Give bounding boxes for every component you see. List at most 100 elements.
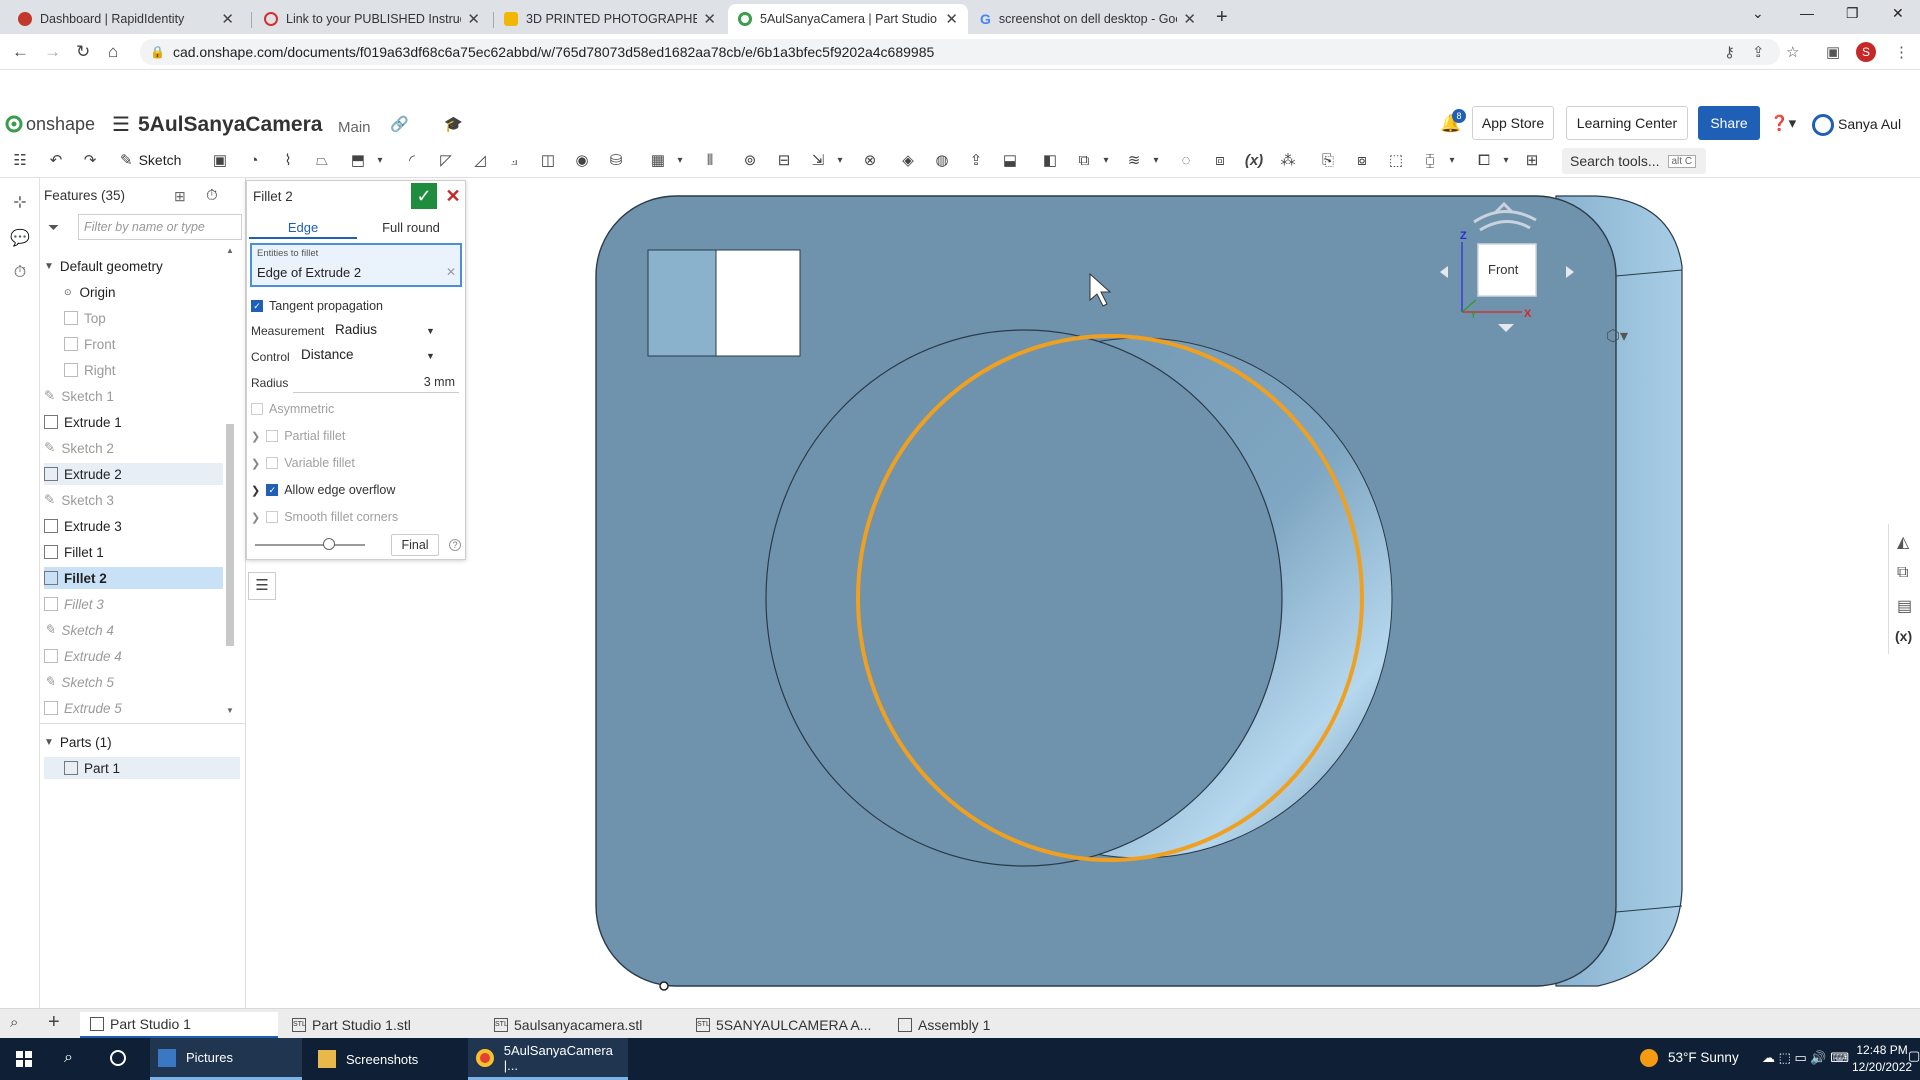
bookmark-star-icon[interactable]: ☆ [1786, 43, 1799, 61]
feature-list-toggle-icon[interactable]: ☰ [248, 572, 276, 600]
taskbar-pictures[interactable]: Pictures [150, 1038, 302, 1080]
feature-sketch-4[interactable]: ✎ Sketch 4 [44, 619, 223, 641]
cancel-button[interactable]: ✕ [441, 184, 465, 208]
browser-tab-rapididentity[interactable]: Dashboard | RapidIdentity ✕ [8, 4, 244, 34]
feature-fillet-3[interactable]: Fillet 3 [44, 593, 223, 615]
sketch-button[interactable]: ✎ Sketch [120, 151, 181, 169]
minimize-icon[interactable]: — [1800, 5, 1814, 21]
dropdown-icon[interactable]: ▾ [670, 151, 690, 171]
clock[interactable]: 12:48 PM 12/20/2022 [1852, 1042, 1912, 1076]
chevron-down-icon[interactable]: ▼ [426, 351, 435, 361]
browser-tab-google[interactable]: G screenshot on dell desktop - Goo ✕ [970, 4, 1206, 34]
tab-manager-icon[interactable]: ⌕ [10, 1014, 18, 1031]
view-icon[interactable]: ⧠ [1474, 151, 1494, 171]
draft-icon[interactable]: ◿ [470, 151, 490, 171]
geometry-right-plane[interactable]: Right [64, 359, 223, 381]
cortana-icon[interactable] [110, 1050, 126, 1066]
close-window-icon[interactable]: ✕ [1892, 5, 1904, 22]
mate-connector-icon[interactable]: ⧉ [1074, 151, 1094, 171]
add-tab-icon[interactable]: + [48, 1011, 60, 1034]
geometry-origin[interactable]: ⊙ Origin [64, 281, 223, 303]
feature-extrude-5[interactable]: Extrude 5 [44, 697, 223, 719]
pattern-icon[interactable]: ▦ [648, 151, 668, 171]
feature-filter-input[interactable]: Filter by name or type [78, 214, 242, 240]
reload-icon[interactable]: ↻ [76, 42, 90, 62]
view-cube-face-label[interactable]: Front [1488, 262, 1518, 277]
taskbar-chrome[interactable]: 5AulSanyaCamera |... [468, 1038, 628, 1080]
smooth-fillet-corners-checkbox[interactable] [266, 511, 279, 523]
user-avatar[interactable] [1812, 114, 1834, 136]
surface-icon[interactable]: ≋ [1124, 151, 1144, 171]
redo-icon[interactable]: ↷ [80, 151, 100, 171]
side-panel-icon[interactable]: ▣ [1826, 43, 1840, 61]
feature-sketch-5[interactable]: ✎ Sketch 5 [44, 671, 223, 693]
boolean-icon[interactable]: ⊚ [740, 151, 760, 171]
tab-5sanyaulcamera[interactable]: STL 5SANYAULCAMERA A... [686, 1012, 884, 1038]
measurement-select[interactable]: Radius [335, 322, 377, 337]
accept-button[interactable]: ✓ [411, 183, 437, 209]
default-geometry-group[interactable]: ▼ Default geometry [44, 255, 223, 277]
composite-icon[interactable]: ⧇ [1352, 151, 1372, 171]
variable-icon[interactable]: (x) [1244, 151, 1264, 171]
help-icon[interactable]: ❓▾ [1770, 114, 1796, 132]
new-tab-button[interactable]: + [1216, 6, 1228, 29]
smooth-fillet-corners-option[interactable]: ❯ Smooth fillet corners [251, 510, 398, 524]
derive-icon[interactable]: ⎘ [1318, 151, 1338, 171]
search-tools-input[interactable]: Search tools... alt C [1562, 148, 1706, 174]
viewfinder-window[interactable] [715, 249, 801, 357]
rollback-timer-icon[interactable]: ⏱ [206, 187, 218, 204]
key-icon[interactable]: ⚷ [1724, 43, 1735, 61]
add-folder-icon[interactable]: ⊞ [174, 188, 186, 205]
delete-face-icon[interactable]: ◍ [932, 151, 952, 171]
document-title[interactable]: 5AulSanyaCamera [138, 113, 322, 137]
add-custom-feature-icon[interactable]: ⊞ [1522, 151, 1542, 171]
loft-icon[interactable]: ⏢ [312, 151, 332, 171]
revolve-icon[interactable]: ◔ [244, 151, 264, 171]
configuration-icon[interactable]: (x) [1895, 628, 1912, 644]
undo-icon[interactable]: ↶ [46, 151, 66, 171]
history-icon[interactable]: ⏱ [10, 264, 30, 284]
allow-edge-overflow-checkbox[interactable]: ✓ [266, 484, 279, 496]
variable-fillet-option[interactable]: ❯ Variable fillet [251, 456, 355, 470]
feature-extrude-2[interactable]: Extrude 2 [44, 463, 223, 485]
tab-part-studio-1[interactable]: Part Studio 1 [80, 1012, 278, 1038]
tangent-propagation-checkbox[interactable]: ✓ [251, 300, 263, 312]
notification-center-icon[interactable]: ▢ [1908, 1048, 1920, 1064]
asymmetric-checkbox[interactable] [251, 403, 263, 415]
browser-tab-photographer[interactable]: 3D PRINTED PHOTOGRAPHER TR ✕ [494, 4, 726, 34]
learning-cap-icon[interactable]: 🎓 [444, 115, 463, 133]
system-tray-icons[interactable]: ☁ ⬚ ▭ 🔊 ⌨ [1762, 1050, 1849, 1066]
mirror-icon[interactable]: ⫴ [700, 151, 720, 171]
filter-funnel-icon[interactable]: ⏷ [48, 219, 59, 236]
radius-input[interactable]: 3 mm [293, 371, 459, 393]
learning-center-button[interactable]: Learning Center [1566, 106, 1688, 140]
tab-assembly-1[interactable]: Assembly 1 [888, 1012, 1086, 1038]
tab-full-round[interactable]: Full round [357, 217, 465, 239]
view-options-icon[interactable]: ⬡▾ [1606, 326, 1628, 346]
clear-selection-icon[interactable]: ✕ [446, 265, 456, 279]
split-icon[interactable]: ⊟ [774, 151, 794, 171]
close-icon[interactable]: ✕ [945, 10, 958, 28]
feature-extrude-3[interactable]: Extrude 3 [44, 515, 223, 537]
fillet-icon[interactable]: ◜ [402, 151, 422, 171]
hole-icon[interactable]: ◉ [572, 151, 592, 171]
chevron-right-icon[interactable]: ❯ [251, 511, 260, 524]
transform-icon[interactable]: ⇲ [808, 151, 828, 171]
preview-slider-handle[interactable] [323, 538, 335, 550]
asymmetric-option[interactable]: Asymmetric [251, 402, 334, 416]
geometry-top-plane[interactable]: Top [64, 307, 223, 329]
branch-name[interactable]: Main [338, 119, 371, 136]
thread-icon[interactable]: ⛁ [606, 151, 626, 171]
app-store-button[interactable]: App Store [1472, 106, 1554, 140]
windows-start-icon[interactable] [16, 1051, 32, 1067]
extrude-icon[interactable]: ▣ [210, 151, 230, 171]
sheet-metal-icon[interactable]: ⧈ [1210, 151, 1230, 171]
browser-tab-instructables[interactable]: Link to your PUBLISHED Instructa ✕ [254, 4, 490, 34]
chevron-down-icon[interactable]: ▼ [44, 737, 54, 748]
helix-icon[interactable]: ◌ [1176, 151, 1196, 171]
feature-sketch-1[interactable]: ✎ Sketch 1 [44, 385, 223, 407]
variable-fillet-checkbox[interactable] [266, 457, 279, 469]
help-icon[interactable]: ? [449, 539, 461, 551]
allow-edge-overflow-option[interactable]: ❯ ✓ Allow edge overflow [251, 483, 395, 497]
share-button[interactable]: Share [1698, 106, 1760, 140]
